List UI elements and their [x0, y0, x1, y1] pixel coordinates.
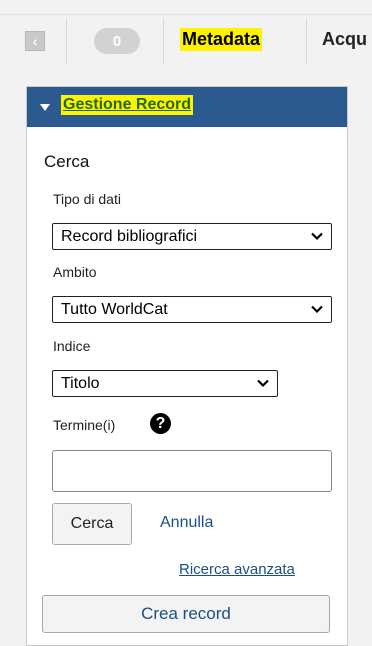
advanced-search-link[interactable]: Ricerca avanzata — [179, 561, 295, 578]
chevron-down-icon — [311, 232, 323, 241]
create-record-button[interactable]: Crea record — [42, 595, 330, 633]
data-type-select[interactable]: Record bibliografici — [52, 223, 332, 250]
tab-separator — [66, 18, 67, 64]
notification-count-badge[interactable]: 0 — [94, 28, 140, 54]
chevron-down-icon — [311, 305, 323, 314]
search-button[interactable]: Cerca — [52, 503, 132, 545]
help-icon[interactable]: ? — [150, 413, 171, 434]
chevron-down-icon — [257, 379, 269, 388]
search-terms-input[interactable] — [52, 450, 332, 492]
search-section-title: Cerca — [44, 152, 90, 171]
terms-label: Termine(i) — [53, 417, 116, 433]
data-type-label: Tipo di dati — [53, 191, 121, 207]
collapse-panel-icon[interactable]: ‹ — [25, 31, 45, 51]
tab-metadata[interactable]: Metadata — [180, 28, 263, 51]
panel-header[interactable]: Gestione Record — [27, 87, 347, 127]
tab-separator — [306, 18, 307, 64]
cancel-link[interactable]: Annulla — [160, 514, 213, 532]
panel-title-link[interactable]: Gestione Record — [61, 95, 194, 115]
top-tab-bar: ‹ 0 Metadata Acqu — [0, 0, 372, 80]
scope-selected-value: Tutto WorldCat — [61, 301, 168, 318]
scope-select[interactable]: Tutto WorldCat — [52, 296, 332, 323]
tab-separator — [163, 18, 164, 64]
expand-triangle-icon[interactable] — [40, 104, 50, 111]
index-label: Indice — [53, 338, 91, 354]
tab-acquisitions[interactable]: Acqu — [322, 29, 367, 50]
data-type-selected-value: Record bibliografici — [61, 228, 198, 245]
index-selected-value: Titolo — [61, 375, 100, 392]
scope-label: Ambito — [53, 264, 97, 280]
top-divider — [0, 14, 372, 15]
index-select[interactable]: Titolo — [52, 370, 278, 397]
